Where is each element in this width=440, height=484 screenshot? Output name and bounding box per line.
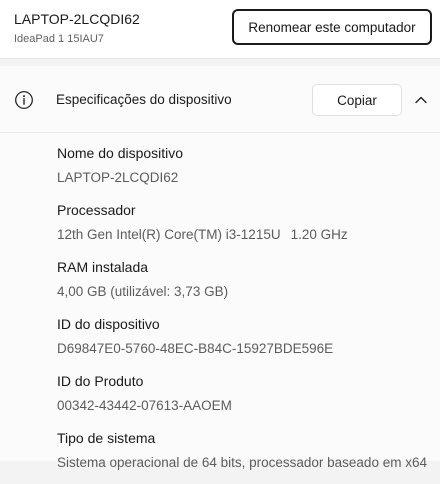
processor-speed: 1.20 GHz <box>290 227 348 242</box>
spec-value-processor: 12th Gen Intel(R) Core(TM) i3-1215U 1.20 … <box>57 224 427 246</box>
rename-computer-button[interactable]: Renomear este computador <box>232 9 432 45</box>
spec-item-device-name: Nome do dispositivo LAPTOP-2LCQDI62 <box>57 142 427 189</box>
info-icon <box>14 90 34 110</box>
spec-item-processor: Processador 12th Gen Intel(R) Core(TM) i… <box>57 199 427 246</box>
spec-label: Processador <box>57 202 136 218</box>
spec-label: ID do dispositivo <box>57 316 160 332</box>
spec-label: Tipo de sistema <box>57 430 156 446</box>
spec-value: LAPTOP-2LCQDI62 <box>57 170 179 185</box>
device-header-card: LAPTOP-2LCQDI62 IdeaPad 1 15IAU7 Renomea… <box>0 0 440 59</box>
spec-label: RAM instalada <box>57 259 149 275</box>
spec-label: ID do Produto <box>57 373 144 389</box>
device-name-title: LAPTOP-2LCQDI62 <box>14 11 140 27</box>
processor-model: 12th Gen Intel(R) Core(TM) i3-1215U <box>57 227 281 242</box>
collapse-specs-button[interactable] <box>408 88 434 112</box>
spec-value: 4,00 GB (utilizável: 3,73 GB) <box>57 284 229 299</box>
device-specifications-section: Especificações do dispositivo Copiar Nom… <box>0 66 440 470</box>
spec-value: 00342-43442-07613-AAOEM <box>57 398 232 413</box>
spec-item-device-id: ID do dispositivo D69847E0-5760-48EC-B84… <box>57 313 427 360</box>
chevron-up-icon <box>415 96 427 104</box>
specs-section-title: Especificações do dispositivo <box>56 92 232 107</box>
copy-specs-button[interactable]: Copiar <box>312 84 402 116</box>
spec-item-system-type: Tipo de sistema Sistema operacional de 6… <box>57 427 427 474</box>
spec-list: Nome do dispositivo LAPTOP-2LCQDI62 Proc… <box>57 142 427 484</box>
spec-value: D69847E0-5760-48EC-B84C-15927BDE596E <box>57 341 334 356</box>
spec-label: Nome do dispositivo <box>57 145 184 161</box>
spec-item-ram: RAM instalada 4,00 GB (utilizável: 3,73 … <box>57 256 427 303</box>
spec-value: Sistema operacional de 64 bits, processa… <box>57 455 427 470</box>
spec-item-product-id: ID do Produto 00342-43442-07613-AAOEM <box>57 370 427 417</box>
specs-section-header[interactable]: Especificações do dispositivo Copiar <box>0 66 440 133</box>
device-model-subtitle: IdeaPad 1 15IAU7 <box>14 33 104 45</box>
